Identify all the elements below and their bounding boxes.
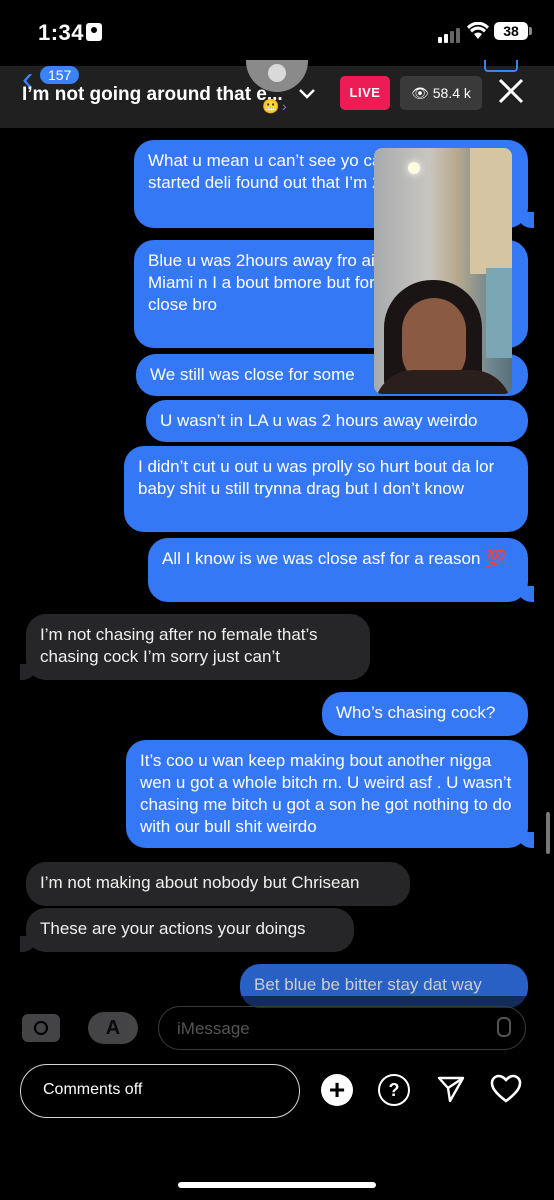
message-bubble-outgoing[interactable]: Who’s chasing cock? bbox=[322, 692, 528, 736]
battery-icon: 38 bbox=[494, 22, 528, 40]
viewer-count-label: 58.4 k bbox=[432, 85, 471, 101]
live-title[interactable]: I’m not going around that e... bbox=[22, 84, 282, 106]
close-icon[interactable] bbox=[496, 76, 526, 112]
camera-icon[interactable] bbox=[22, 1014, 60, 1042]
viewer-count[interactable]: 👁 58.4 k bbox=[400, 76, 482, 110]
message-text: I didn’t cut u out u was prolly so hurt … bbox=[138, 457, 495, 498]
chevron-down-icon[interactable] bbox=[298, 84, 316, 105]
eye-icon: 👁 bbox=[411, 85, 429, 101]
background-painting bbox=[486, 268, 512, 358]
message-text: I’m not making about nobody but Chrisean bbox=[40, 873, 360, 892]
facetime-icon bbox=[484, 60, 518, 72]
send-icon[interactable] bbox=[436, 1074, 466, 1109]
imessage-input[interactable]: iMessage bbox=[158, 1006, 526, 1050]
microphone-icon[interactable] bbox=[497, 1017, 511, 1037]
comments-label: Comments off bbox=[43, 1081, 143, 1098]
app-store-icon[interactable]: A bbox=[88, 1012, 138, 1044]
chevron-right-icon: › bbox=[282, 98, 287, 114]
status-bar: 1:34 38 bbox=[0, 0, 554, 66]
imessage-placeholder: iMessage bbox=[177, 1019, 250, 1038]
heart-icon[interactable] bbox=[490, 1074, 522, 1109]
live-badge: LIVE bbox=[340, 76, 390, 110]
add-icon[interactable]: + bbox=[321, 1074, 353, 1106]
wifi-icon bbox=[467, 21, 489, 46]
message-text: All I know is we was close asf for a rea… bbox=[162, 549, 507, 568]
cellular-signal-icon bbox=[438, 25, 462, 43]
live-video-preview[interactable] bbox=[374, 148, 512, 394]
message-bubble-outgoing[interactable]: U wasn’t in LA u was 2 hours away weirdo bbox=[146, 400, 528, 442]
ceiling-light bbox=[408, 162, 420, 174]
back-count-badge[interactable]: 157 bbox=[40, 66, 80, 84]
message-text: I’m not chasing after no female that’s c… bbox=[40, 625, 318, 666]
message-text: U wasn’t in LA u was 2 hours away weirdo bbox=[160, 411, 478, 430]
message-bubble-outgoing[interactable]: I didn’t cut u out u was prolly so hurt … bbox=[124, 446, 528, 532]
title-emoji: 😬 bbox=[262, 98, 280, 114]
home-indicator[interactable] bbox=[178, 1182, 376, 1188]
message-bubble-incoming[interactable]: I’m not making about nobody but Chrisean bbox=[26, 862, 410, 906]
status-time: 1:34 bbox=[38, 20, 85, 45]
message-bubble-incoming[interactable]: These are your actions your doings bbox=[20, 908, 354, 952]
comments-field[interactable]: Comments off bbox=[20, 1064, 300, 1118]
message-text: We still was close for some bbox=[150, 365, 355, 384]
message-bubble-incoming[interactable]: I’m not chasing after no female that’s c… bbox=[20, 614, 370, 680]
message-bubble-outgoing[interactable]: It’s coo u wan keep making bout another … bbox=[126, 740, 534, 848]
message-text: It’s coo u wan keep making bout another … bbox=[140, 751, 512, 836]
message-bubble-outgoing[interactable]: All I know is we was close asf for a rea… bbox=[148, 538, 534, 602]
battery-tip bbox=[529, 27, 532, 35]
message-text: Bet blue be bitter stay dat way bbox=[254, 975, 482, 994]
person-shoulders bbox=[374, 370, 512, 394]
focus-mode-icon bbox=[86, 23, 102, 41]
message-text: These are your actions your doings bbox=[40, 919, 306, 938]
question-icon[interactable]: ? bbox=[378, 1074, 410, 1106]
scrollbar[interactable] bbox=[546, 812, 550, 854]
message-text: Who’s chasing cock? bbox=[336, 703, 496, 722]
background-shelf bbox=[470, 148, 512, 274]
